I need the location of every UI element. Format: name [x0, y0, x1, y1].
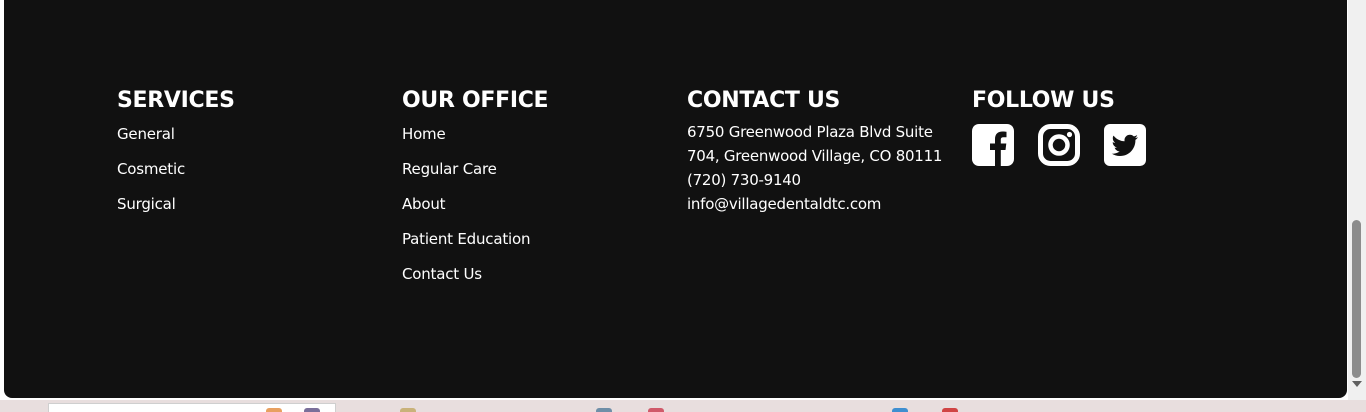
contact-details: 6750 Greenwood Plaza Blvd Suite 704, Gre…: [687, 120, 942, 216]
services-column: SERVICES General Cosmetic Surgical: [117, 86, 235, 229]
address-line-1: 6750 Greenwood Plaza Blvd Suite: [687, 123, 933, 141]
office-heading: OUR OFFICE: [402, 88, 549, 113]
scroll-down-arrow-icon[interactable]: [1352, 381, 1362, 387]
office-link-patient-education[interactable]: Patient Education: [402, 230, 530, 248]
follow-heading: FOLLOW US: [972, 88, 1115, 113]
taskbar-app-icon[interactable]: [596, 408, 612, 412]
follow-column: FOLLOW US: [972, 86, 1146, 166]
office-item-patient-education[interactable]: Patient Education: [402, 229, 548, 249]
services-item-general[interactable]: General: [117, 124, 235, 144]
office-link-home[interactable]: Home: [402, 125, 446, 143]
office-item-about[interactable]: About: [402, 194, 548, 214]
taskbar-app-icon[interactable]: [892, 408, 908, 412]
office-item-home[interactable]: Home: [402, 124, 548, 144]
vertical-scrollbar[interactable]: [1348, 0, 1366, 400]
services-item-cosmetic[interactable]: Cosmetic: [117, 159, 235, 179]
services-link-surgical[interactable]: Surgical: [117, 195, 176, 213]
contact-heading: CONTACT US: [687, 88, 841, 113]
phone-number[interactable]: (720) 730-9140: [687, 168, 942, 192]
services-heading: SERVICES: [117, 88, 235, 113]
email-address[interactable]: info@villagedentaldtc.com: [687, 192, 942, 216]
services-link-general[interactable]: General: [117, 125, 175, 143]
office-link-about[interactable]: About: [402, 195, 446, 213]
services-item-surgical[interactable]: Surgical: [117, 194, 235, 214]
office-link-regular-care[interactable]: Regular Care: [402, 160, 497, 178]
site-footer: SERVICES General Cosmetic Surgical OUR O…: [4, 0, 1347, 398]
office-item-regular-care[interactable]: Regular Care: [402, 159, 548, 179]
taskbar-app-icon[interactable]: [942, 408, 958, 412]
contact-column: CONTACT US 6750 Greenwood Plaza Blvd Sui…: [687, 86, 942, 216]
social-icons: [972, 124, 1146, 166]
address-line-2: 704, Greenwood Village, CO 80111: [687, 147, 943, 165]
taskbar-app-icon[interactable]: [400, 408, 416, 412]
scrollbar-thumb[interactable]: [1352, 220, 1361, 378]
twitter-icon[interactable]: [1104, 124, 1146, 166]
office-list: Home Regular Care About Patient Educatio…: [402, 124, 548, 284]
browser-window: SERVICES General Cosmetic Surgical OUR O…: [0, 0, 1366, 400]
taskbar-app-icon[interactable]: [648, 408, 664, 412]
instagram-icon[interactable]: [1038, 124, 1080, 166]
services-list: General Cosmetic Surgical: [117, 124, 235, 214]
office-item-contact-us[interactable]: Contact Us: [402, 264, 548, 284]
facebook-icon[interactable]: [972, 124, 1014, 166]
office-link-contact-us[interactable]: Contact Us: [402, 265, 482, 283]
os-taskbar: [0, 400, 1366, 412]
services-link-cosmetic[interactable]: Cosmetic: [117, 160, 185, 178]
taskbar-app-icon[interactable]: [266, 408, 282, 412]
taskbar-app-icon[interactable]: [304, 408, 320, 412]
taskbar-search-box[interactable]: [48, 403, 336, 412]
office-column: OUR OFFICE Home Regular Care About Patie…: [402, 86, 549, 299]
